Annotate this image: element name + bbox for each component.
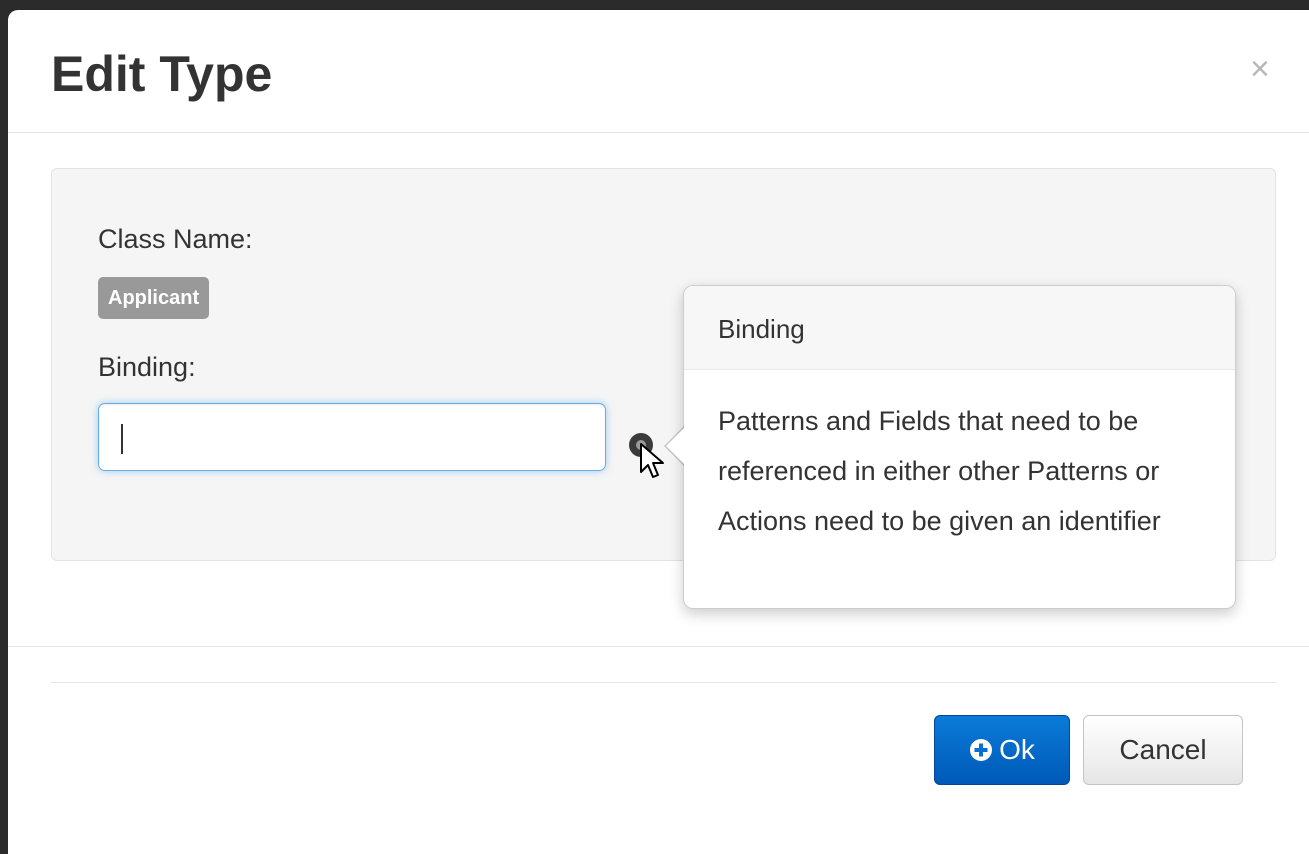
close-icon[interactable]: × <box>1250 52 1270 86</box>
class-name-label: Class Name: <box>98 224 253 254</box>
footer-rule <box>51 682 1276 683</box>
popover-content: Patterns and Fields that need to be refe… <box>718 406 1161 536</box>
binding-help-popover: Binding Patterns and Fields that need to… <box>664 285 1236 609</box>
plus-circle-icon <box>970 739 993 761</box>
cancel-button-label: Cancel <box>1119 734 1207 765</box>
edit-type-modal: Edit Type × Class Name: Applicant Bindin… <box>8 10 1309 854</box>
cancel-button[interactable]: Cancel <box>1083 715 1243 785</box>
class-name-badge: Applicant <box>98 277 210 319</box>
binding-input[interactable] <box>98 403 606 471</box>
ok-button[interactable]: Ok <box>934 715 1070 785</box>
modal-title: Edit Type <box>51 46 273 102</box>
binding-label: Binding: <box>98 352 196 382</box>
ok-button-label: Ok <box>999 734 1035 765</box>
text-caret <box>121 424 123 454</box>
popover-title: Binding <box>684 286 1235 370</box>
modal-header: Edit Type × <box>8 10 1309 133</box>
footer-divider <box>8 646 1309 647</box>
